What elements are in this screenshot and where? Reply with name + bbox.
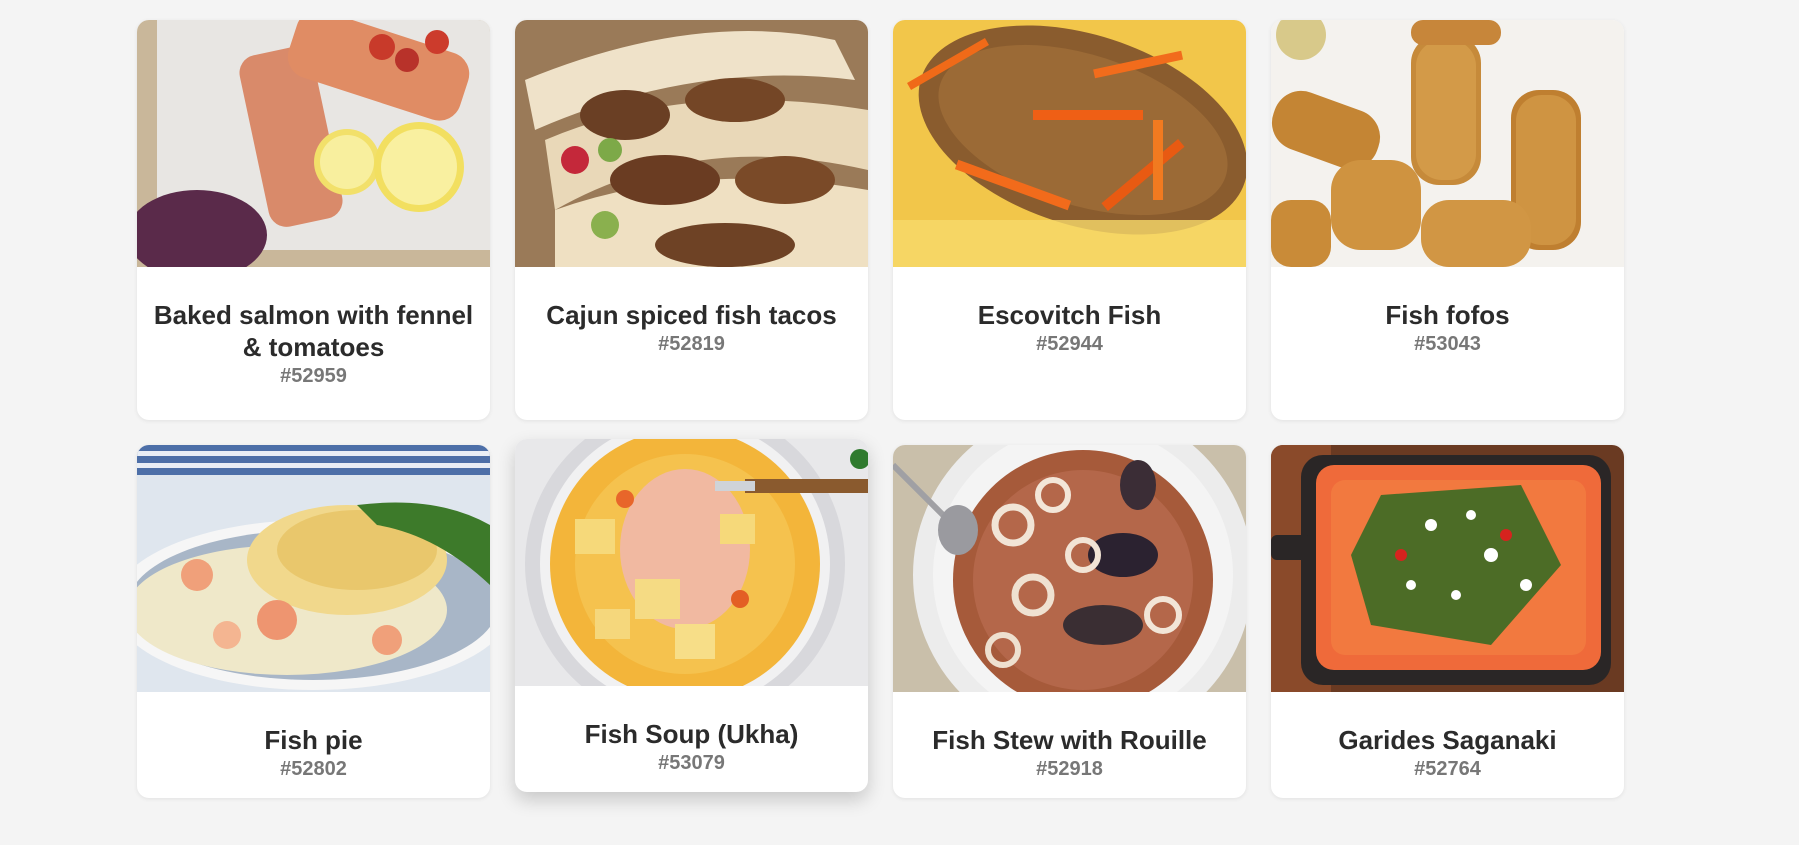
recipe-grid: Baked salmon with fennel & tomatoes #529… bbox=[137, 20, 1624, 845]
recipe-image bbox=[1271, 20, 1624, 267]
recipe-card[interactable]: Garides Saganaki #52764 bbox=[1271, 445, 1624, 798]
recipe-image bbox=[515, 439, 868, 686]
recipe-title: Baked salmon with fennel & tomatoes bbox=[153, 300, 474, 362]
recipe-id: #52819 bbox=[658, 333, 725, 355]
recipe-card[interactable]: Fish Soup (Ukha) #53079 bbox=[515, 439, 868, 792]
recipe-id: #52944 bbox=[1036, 333, 1103, 355]
recipe-image bbox=[515, 20, 868, 267]
recipe-card[interactable]: Baked salmon with fennel & tomatoes #529… bbox=[137, 20, 490, 420]
recipe-title: Fish Soup (Ukha) bbox=[584, 719, 799, 749]
recipe-card[interactable]: Escovitch Fish #52944 bbox=[893, 20, 1246, 420]
recipe-image bbox=[893, 20, 1246, 267]
recipe-title: Escovitch Fish bbox=[977, 300, 1162, 330]
recipe-id: #52764 bbox=[1414, 758, 1481, 780]
recipe-id: #52918 bbox=[1036, 758, 1103, 780]
recipe-image bbox=[1271, 445, 1624, 692]
recipe-title: Fish Stew with Rouille bbox=[932, 725, 1207, 755]
recipe-title: Garides Saganaki bbox=[1338, 725, 1557, 755]
recipe-card[interactable]: Fish fofos #53043 bbox=[1271, 20, 1624, 420]
recipe-card[interactable]: Fish pie #52802 bbox=[137, 445, 490, 798]
recipe-image bbox=[137, 20, 490, 267]
recipe-image bbox=[893, 445, 1246, 692]
recipe-id: #52802 bbox=[280, 758, 347, 780]
recipe-card[interactable]: Cajun spiced fish tacos #52819 bbox=[515, 20, 868, 420]
recipe-id: #53043 bbox=[1414, 333, 1481, 355]
recipe-title: Cajun spiced fish tacos bbox=[546, 300, 837, 330]
recipe-title: Fish pie bbox=[264, 725, 363, 755]
recipe-card[interactable]: Fish Stew with Rouille #52918 bbox=[893, 445, 1246, 798]
recipe-id: #52959 bbox=[280, 365, 347, 387]
recipe-image bbox=[137, 445, 490, 692]
recipe-id: #53079 bbox=[658, 752, 725, 774]
recipe-title: Fish fofos bbox=[1385, 300, 1510, 330]
